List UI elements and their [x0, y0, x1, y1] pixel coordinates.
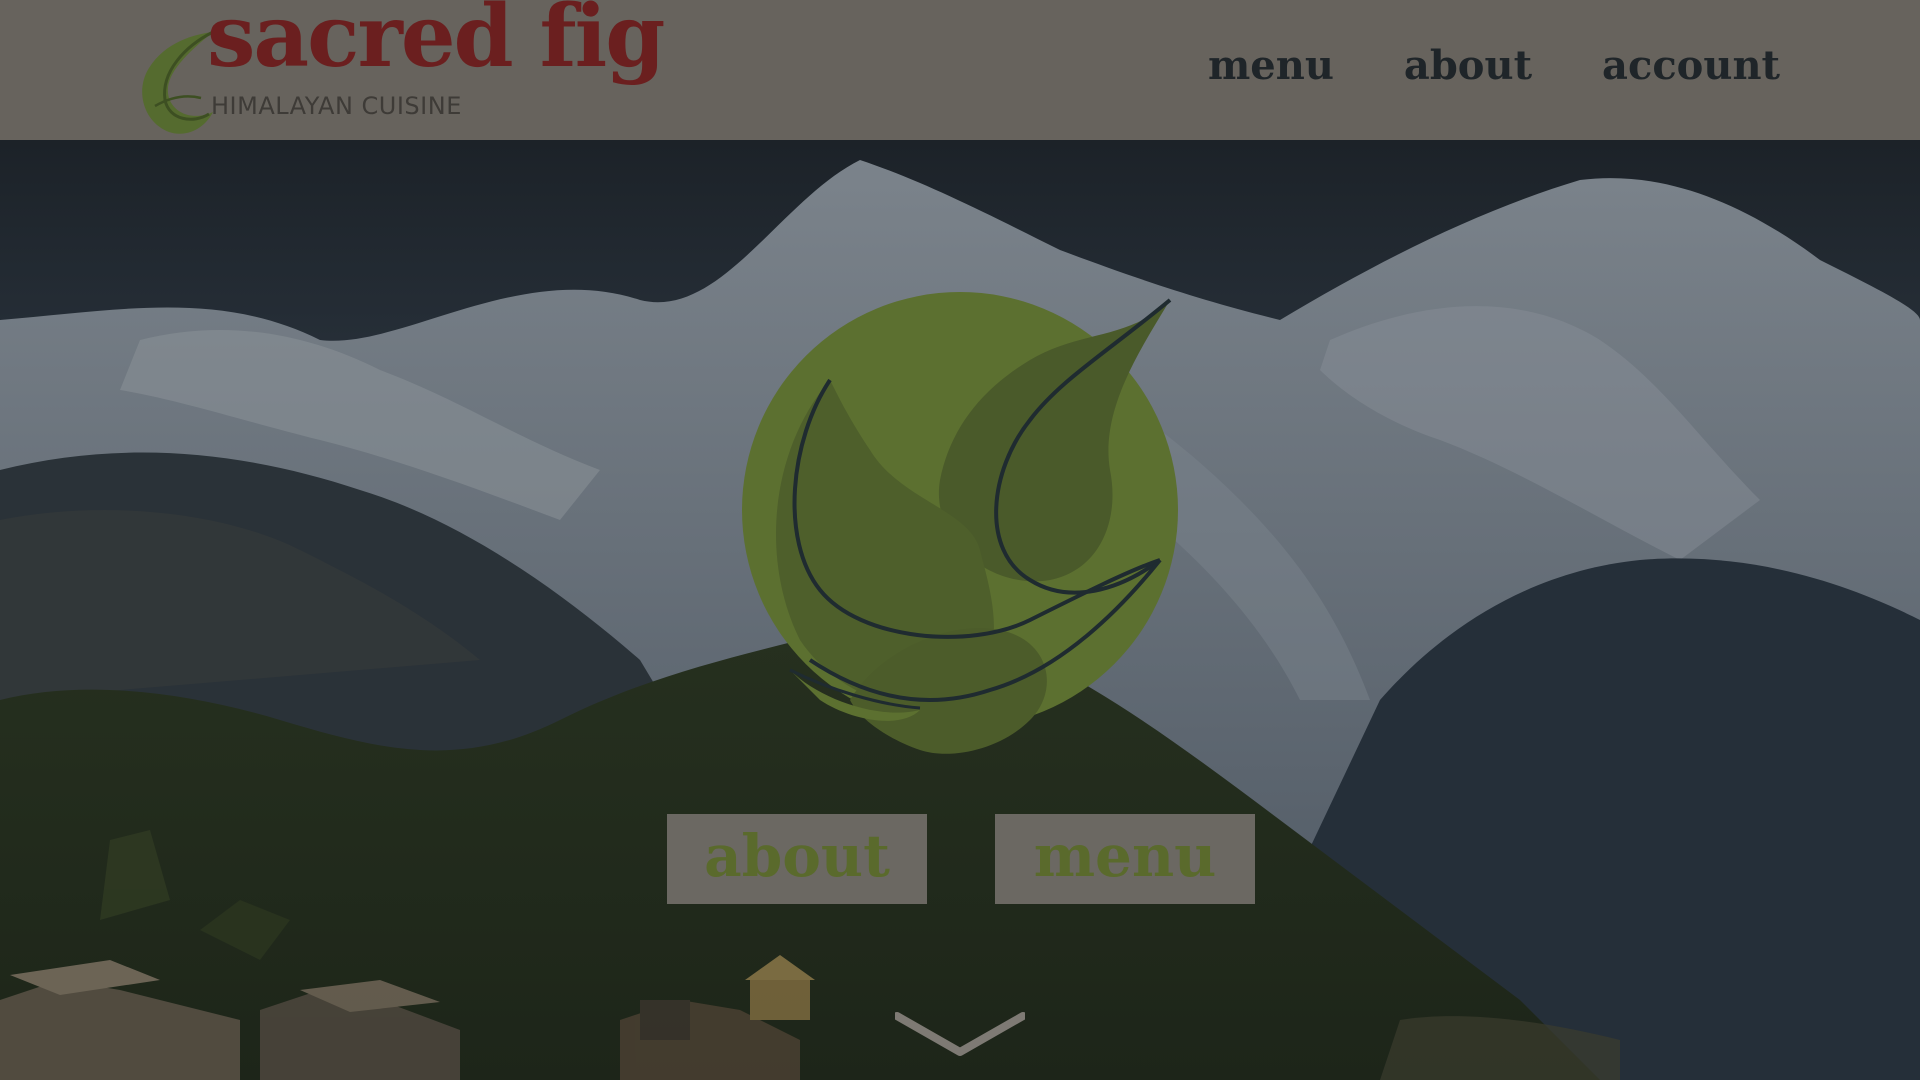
- chevron-down-icon[interactable]: [895, 1010, 1025, 1060]
- main-nav: menu about account: [1208, 38, 1780, 94]
- nav-menu-link[interactable]: menu: [1208, 38, 1334, 94]
- fig-leaf-icon: [742, 292, 1178, 754]
- page: sacred fig HIMALAYAN CUISINE menu about …: [0, 0, 1920, 1080]
- brand-subtitle: HIMALAYAN CUISINE: [211, 92, 462, 120]
- nav-account-link[interactable]: account: [1602, 38, 1780, 94]
- menu-button[interactable]: menu: [995, 814, 1255, 904]
- brand-logo[interactable]: sacred fig HIMALAYAN CUISINE: [135, 0, 675, 134]
- nav-about-link[interactable]: about: [1404, 38, 1532, 94]
- site-header: sacred fig HIMALAYAN CUISINE menu about …: [0, 0, 1920, 140]
- about-button[interactable]: about: [667, 814, 927, 904]
- hero-button-group: about menu: [667, 814, 1255, 904]
- hero-section: about menu: [0, 140, 1920, 1080]
- brand-name: sacred fig: [207, 0, 665, 87]
